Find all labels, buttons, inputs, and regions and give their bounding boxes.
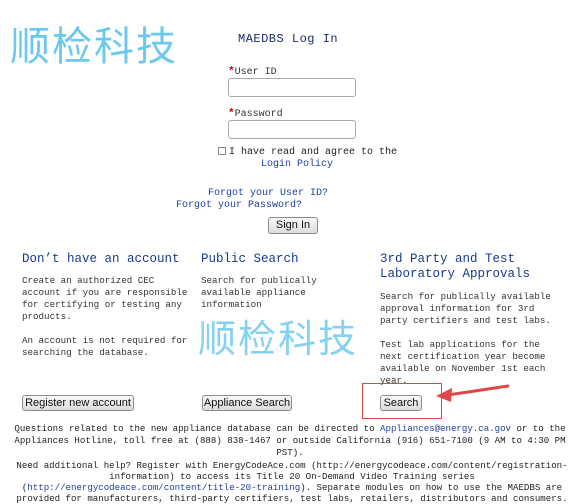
agree-row: I have read and agree to the [218,147,397,158]
account-note: An account is not required for searching… [22,335,188,358]
required-mark: * [228,108,235,120]
forgot-password-link[interactable]: Forgot your Password? [176,200,302,211]
training-link[interactable]: http://energycodeace.com/content/title-2… [27,482,300,493]
user-id-input[interactable] [228,78,356,97]
sign-in-button[interactable]: Sign In [268,217,318,234]
help-info: Need additional help? Register with Ener… [16,460,568,504]
agree-text: I have read and agree to the [229,147,398,158]
third-party-heading: 3rd Party and Test Laboratory Approvals [380,252,531,281]
account-description: Create an authorized CEC account if you … [22,275,188,322]
password-input[interactable] [228,120,356,139]
contact-info: Questions related to the new appliance d… [14,423,566,458]
user-id-label: *User ID [228,66,277,78]
account-heading: Don’t have an account [22,252,180,266]
watermark-logo: 顺检科技 [198,317,359,361]
agree-checkbox[interactable] [218,147,226,155]
email-link[interactable]: Appliances@energy.ca.gov [380,423,511,434]
test-lab-note: Test lab applications for the next certi… [380,339,546,386]
required-mark: * [228,66,235,78]
register-new-account-button[interactable]: Register new account [22,395,134,411]
forgot-user-id-link[interactable]: Forgot your User ID? [208,188,328,199]
login-policy-link[interactable]: Login Policy [261,159,333,170]
watermark-logo: 顺检科技 [10,24,178,70]
public-search-heading: Public Search [201,252,299,266]
public-search-description: Search for publically available applianc… [201,275,317,310]
password-label: *Password [228,108,283,120]
appliance-search-button[interactable]: Appliance Search [202,395,292,411]
annotation-arrow-icon [436,384,510,402]
page-title: MAEDBS Log In [238,32,339,46]
third-party-description: Search for publically available approval… [380,291,551,326]
